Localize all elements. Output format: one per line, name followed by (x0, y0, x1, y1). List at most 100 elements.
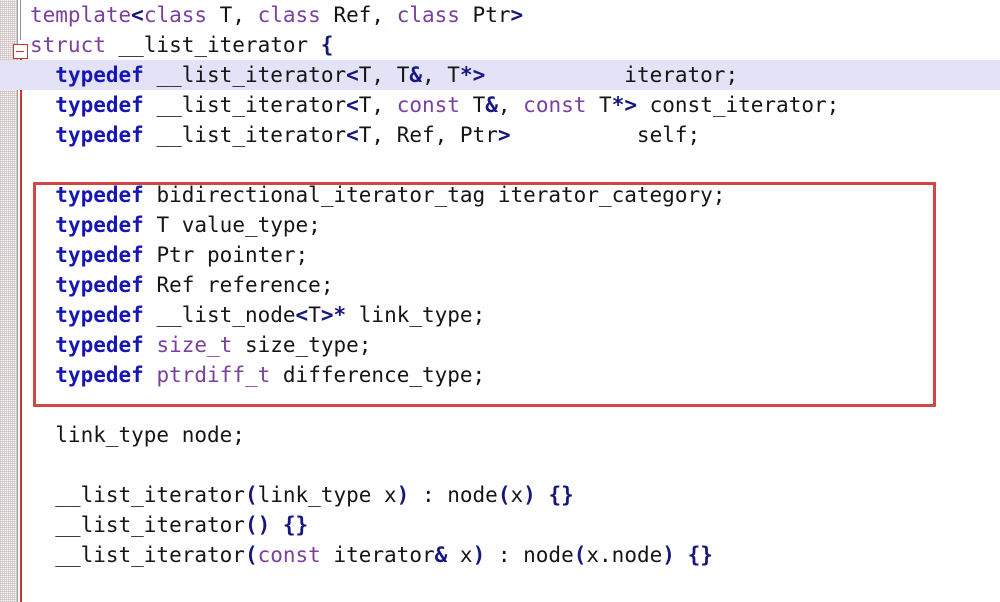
code-token: ( (497, 483, 511, 507)
code-token: typedef (55, 183, 144, 207)
code-line-18[interactable]: __list_iterator() {} (0, 510, 1000, 540)
code-line-19[interactable]: __list_iterator(const iterator& x) : nod… (0, 540, 1000, 570)
code-token: & (434, 543, 448, 567)
code-token: ( (244, 543, 258, 567)
code-token: : node (409, 483, 498, 507)
code-token: struct (30, 33, 106, 57)
code-token: typedef (55, 93, 144, 117)
code-token: {} (282, 513, 309, 537)
code-token: T value_type; (143, 213, 321, 237)
code-token: typedef (55, 243, 144, 267)
code-token: T (586, 93, 612, 117)
code-line-16[interactable] (0, 450, 1000, 480)
code-line-14[interactable] (0, 390, 1000, 420)
code-token: class (257, 3, 321, 27)
code-token: {} (687, 543, 713, 567)
code-token: __list_iterator (143, 93, 347, 117)
code-line-2[interactable]: struct __list_iterator { (0, 30, 1000, 60)
code-line-11[interactable]: typedef __list_node<T>* link_type; (0, 300, 1000, 330)
code-token: const_iterator; (636, 93, 840, 117)
code-token: difference_type; (270, 363, 486, 387)
code-token: const (396, 93, 460, 117)
code-line-15[interactable]: link_type node; (0, 420, 1000, 450)
code-token: > (510, 3, 524, 27)
code-token: , (497, 93, 524, 117)
code-token: link_type; (346, 303, 486, 327)
code-token: typedef (55, 363, 144, 387)
code-line-9[interactable]: typedef Ptr pointer; (0, 240, 1000, 270)
code-token: , T (422, 63, 460, 87)
code-token: < (131, 3, 144, 27)
code-line-8[interactable]: typedef T value_type; (0, 210, 1000, 240)
code-token: typedef (55, 213, 144, 237)
code-token: < (295, 303, 309, 327)
code-line-12[interactable]: typedef size_t size_type; (0, 330, 1000, 360)
code-token: & (409, 63, 422, 87)
code-editor[interactable]: template<class T, class Ref, class Ptr> s… (0, 0, 1000, 602)
code-line-5[interactable]: typedef __list_iterator<T, Ref, Ptr> sel… (0, 120, 1000, 150)
code-token: ) (472, 543, 486, 567)
code-token: T, (207, 3, 258, 27)
code-token: __list_iterator (143, 63, 347, 87)
code-token: link_type node; (30, 423, 245, 447)
code-token: { (320, 33, 334, 57)
code-token: Ptr (459, 3, 511, 27)
code-token: __list_iterator (30, 513, 245, 537)
code-token: __list_iterator (30, 543, 245, 567)
code-line-1[interactable]: template<class T, class Ref, class Ptr> (0, 0, 1000, 30)
code-token: ) (523, 483, 536, 507)
code-token: bidirectional_iterator_tag iterator_cate… (143, 183, 726, 207)
code-line-6[interactable] (0, 150, 1000, 180)
code-line-20[interactable] (0, 570, 1000, 600)
code-line-4[interactable]: typedef __list_iterator<T, const T&, con… (0, 90, 1000, 120)
code-token: *> (459, 63, 486, 87)
code-token: ( (573, 543, 587, 567)
code-token: {} (548, 483, 574, 507)
code-token: typedef (55, 63, 144, 87)
code-line-3[interactable]: typedef __list_iterator<T, T&, T*> itera… (0, 60, 1000, 90)
code-token: > (497, 123, 511, 147)
code-line-10[interactable]: typedef Ref reference; (0, 270, 1000, 300)
code-token: x (510, 483, 524, 507)
code-line-13[interactable]: typedef ptrdiff_t difference_type; (0, 360, 1000, 390)
code-token: __list_iterator (143, 123, 347, 147)
code-token: T, T (358, 63, 410, 87)
code-content[interactable]: template<class T, class Ref, class Ptr> s… (0, 0, 1000, 602)
code-token: iterator; (485, 63, 739, 87)
code-token: *> (611, 93, 637, 117)
code-token: ptrdiff_t (156, 363, 271, 387)
code-token: < (346, 93, 359, 117)
code-token: typedef (55, 123, 144, 147)
code-token: __list_node (143, 303, 296, 327)
code-line-17[interactable]: __list_iterator(link_type x) : node(x) {… (0, 480, 1000, 510)
code-token: ) (662, 543, 675, 567)
code-token: T (459, 93, 486, 117)
code-token: size_type; (232, 333, 372, 357)
code-token: T (308, 303, 321, 327)
code-token: ( (244, 483, 258, 507)
code-token: ) (396, 483, 410, 507)
code-token: iterator (320, 543, 435, 567)
code-token: >* (320, 303, 347, 327)
code-token: size_t (156, 333, 233, 357)
code-token: x (447, 543, 473, 567)
code-token: __list_iterator (30, 483, 245, 507)
code-token: link_type x (257, 483, 397, 507)
code-token: x.node (586, 543, 663, 567)
code-token: const (257, 543, 321, 567)
code-line-7[interactable]: typedef bidirectional_iterator_tag itera… (0, 180, 1000, 210)
code-token: Ref reference; (143, 273, 334, 297)
code-token: const (523, 93, 587, 117)
